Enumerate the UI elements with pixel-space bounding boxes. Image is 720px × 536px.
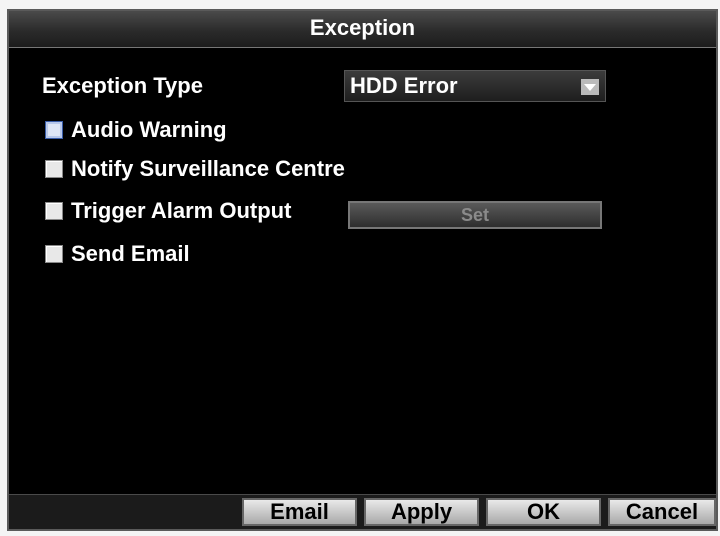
apply-button[interactable]: Apply (364, 498, 479, 526)
notify-surveillance-option[interactable]: Notify Surveillance Centre (45, 154, 345, 184)
notify-surveillance-label: Notify Surveillance Centre (71, 156, 345, 181)
alarm-output-set-button[interactable]: Set (348, 201, 602, 229)
trigger-alarm-option[interactable]: Trigger Alarm Output (45, 196, 291, 226)
button-bar: Email Apply OK Cancel (9, 494, 716, 529)
send-email-label: Send Email (71, 241, 190, 266)
send-email-option[interactable]: Send Email (45, 239, 190, 269)
exception-type-label: Exception Type (42, 73, 203, 98)
email-button[interactable]: Email (242, 498, 357, 526)
send-email-checkbox[interactable] (45, 245, 63, 263)
exception-type-select[interactable]: HDD Error (344, 70, 606, 102)
exception-dialog: Exception Exception Type HDD Error Audio… (7, 9, 718, 531)
dialog-title: Exception (9, 11, 716, 48)
trigger-alarm-checkbox[interactable] (45, 202, 63, 220)
exception-type-value: HDD Error (350, 73, 458, 98)
notify-surveillance-checkbox[interactable] (45, 160, 63, 178)
ok-button[interactable]: OK (486, 498, 601, 526)
audio-warning-checkbox[interactable] (45, 121, 63, 139)
cancel-button[interactable]: Cancel (608, 498, 716, 526)
audio-warning-option[interactable]: Audio Warning (45, 115, 227, 145)
chevron-down-icon (581, 79, 599, 95)
audio-warning-label: Audio Warning (71, 117, 227, 142)
trigger-alarm-label: Trigger Alarm Output (71, 198, 292, 223)
